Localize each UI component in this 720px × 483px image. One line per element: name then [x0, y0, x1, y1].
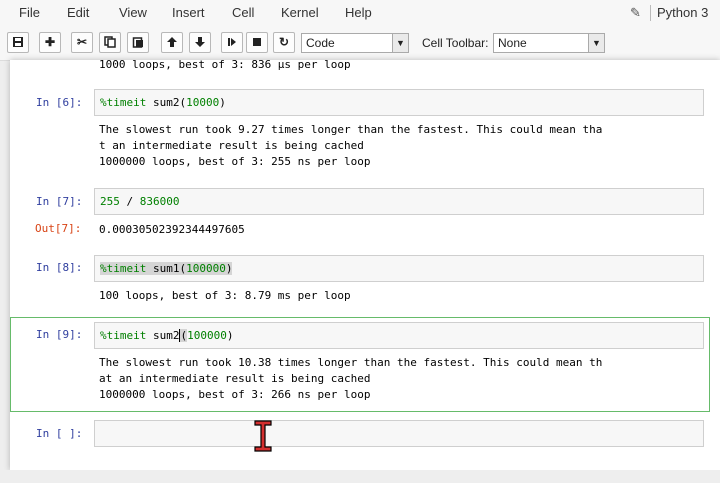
interrupt-button[interactable]	[246, 32, 268, 53]
chevron-down-icon: ▼	[588, 34, 604, 52]
cell-7-prompt: In [7]:	[36, 195, 83, 208]
move-up-button[interactable]	[161, 32, 183, 53]
menu-edit[interactable]: Edit	[67, 5, 89, 20]
cell-6-prompt: In [6]:	[36, 96, 83, 109]
cell-6-output-line-2: t an intermediate result is being cached	[99, 139, 364, 152]
cell-9-input[interactable]: %timeit sum2(100000)	[94, 322, 704, 349]
pencil-icon[interactable]: ✎	[630, 5, 641, 21]
cell-7-out-prompt: Out[7]:	[35, 222, 82, 235]
empty-cell-input[interactable]	[94, 420, 704, 447]
menu-cell[interactable]: Cell	[232, 5, 254, 20]
restart-button[interactable]: ↻	[273, 32, 295, 53]
insert-cell-button[interactable]: ✚	[39, 32, 61, 53]
cell-type-select[interactable]: Code ▼	[301, 33, 409, 53]
cell-type-value: Code	[306, 36, 335, 50]
cell-6-input[interactable]: %timeit sum2(10000)	[94, 89, 704, 116]
cell-7-output: 0.00030502392344497605	[99, 223, 245, 236]
copy-icon	[104, 36, 116, 48]
arrow-down-icon	[195, 37, 205, 47]
cell-toolbar-select[interactable]: None ▼	[493, 33, 605, 53]
arrow-up-icon	[167, 37, 177, 47]
save-icon	[13, 37, 23, 47]
cell-6-code: %timeit sum2(10000)	[100, 96, 226, 109]
run-cell-button[interactable]	[221, 32, 243, 53]
cell-9-prompt: In [9]:	[36, 328, 83, 341]
stop-icon	[253, 38, 261, 46]
paste-icon	[132, 37, 143, 48]
cell-6-output-line-1: The slowest run took 9.27 times longer t…	[99, 123, 603, 136]
cell-8-input[interactable]: %timeit sum1(100000)	[94, 255, 704, 282]
page-bottom	[0, 470, 720, 483]
cut-icon: ✂	[76, 35, 88, 49]
cell-7-code: 255 / 836000	[100, 195, 180, 208]
paste-button[interactable]	[127, 32, 149, 53]
move-down-button[interactable]	[189, 32, 211, 53]
prev-output-text: 1000 loops, best of 3: 836 µs per loop	[99, 60, 351, 71]
cell-6-output-line-3: 1000000 loops, best of 3: 255 ns per loo…	[99, 155, 371, 168]
chevron-down-icon: ▼	[392, 34, 408, 52]
cell-8-output: 100 loops, best of 3: 8.79 ms per loop	[99, 289, 351, 302]
plus-icon: ✚	[44, 35, 56, 49]
copy-button[interactable]	[99, 32, 121, 53]
toolbar: ✚ ✂ ↻ Code ▼ Cell Toolbar: None ▼	[0, 27, 720, 61]
menu-kernel[interactable]: Kernel	[281, 5, 319, 20]
cell-9-output-line-3: 1000000 loops, best of 3: 266 ns per loo…	[99, 388, 371, 401]
cell-9-code: %timeit sum2(100000)	[100, 329, 234, 342]
menubar: File Edit View Insert Cell Kernel Help ✎…	[0, 0, 720, 28]
menu-help[interactable]: Help	[345, 5, 372, 20]
cell-toolbar-label: Cell Toolbar:	[422, 36, 489, 50]
cell-8-code: %timeit sum1(100000)	[100, 262, 233, 275]
cell-9-output-line-2: at an intermediate result is being cache…	[99, 372, 371, 385]
cell-7-input[interactable]: 255 / 836000	[94, 188, 704, 215]
cell-8-prompt: In [8]:	[36, 261, 83, 274]
cell-9-output-line-1: The slowest run took 10.38 times longer …	[99, 356, 603, 369]
kernel-name: Python 3	[657, 5, 709, 20]
text-cursor-icon	[254, 420, 272, 452]
save-button[interactable]	[7, 32, 29, 53]
empty-cell-prompt: In [ ]:	[36, 427, 83, 440]
menu-file[interactable]: File	[19, 5, 40, 20]
refresh-icon: ↻	[278, 35, 290, 49]
menu-insert[interactable]: Insert	[172, 5, 205, 20]
menu-view[interactable]: View	[119, 5, 147, 20]
skip-next-icon	[228, 38, 236, 46]
notebook-container: 1000 loops, best of 3: 836 µs per loop I…	[10, 60, 720, 470]
cell-toolbar-value: None	[498, 36, 527, 50]
cut-button[interactable]: ✂	[71, 32, 93, 53]
kernel-divider	[650, 5, 651, 21]
